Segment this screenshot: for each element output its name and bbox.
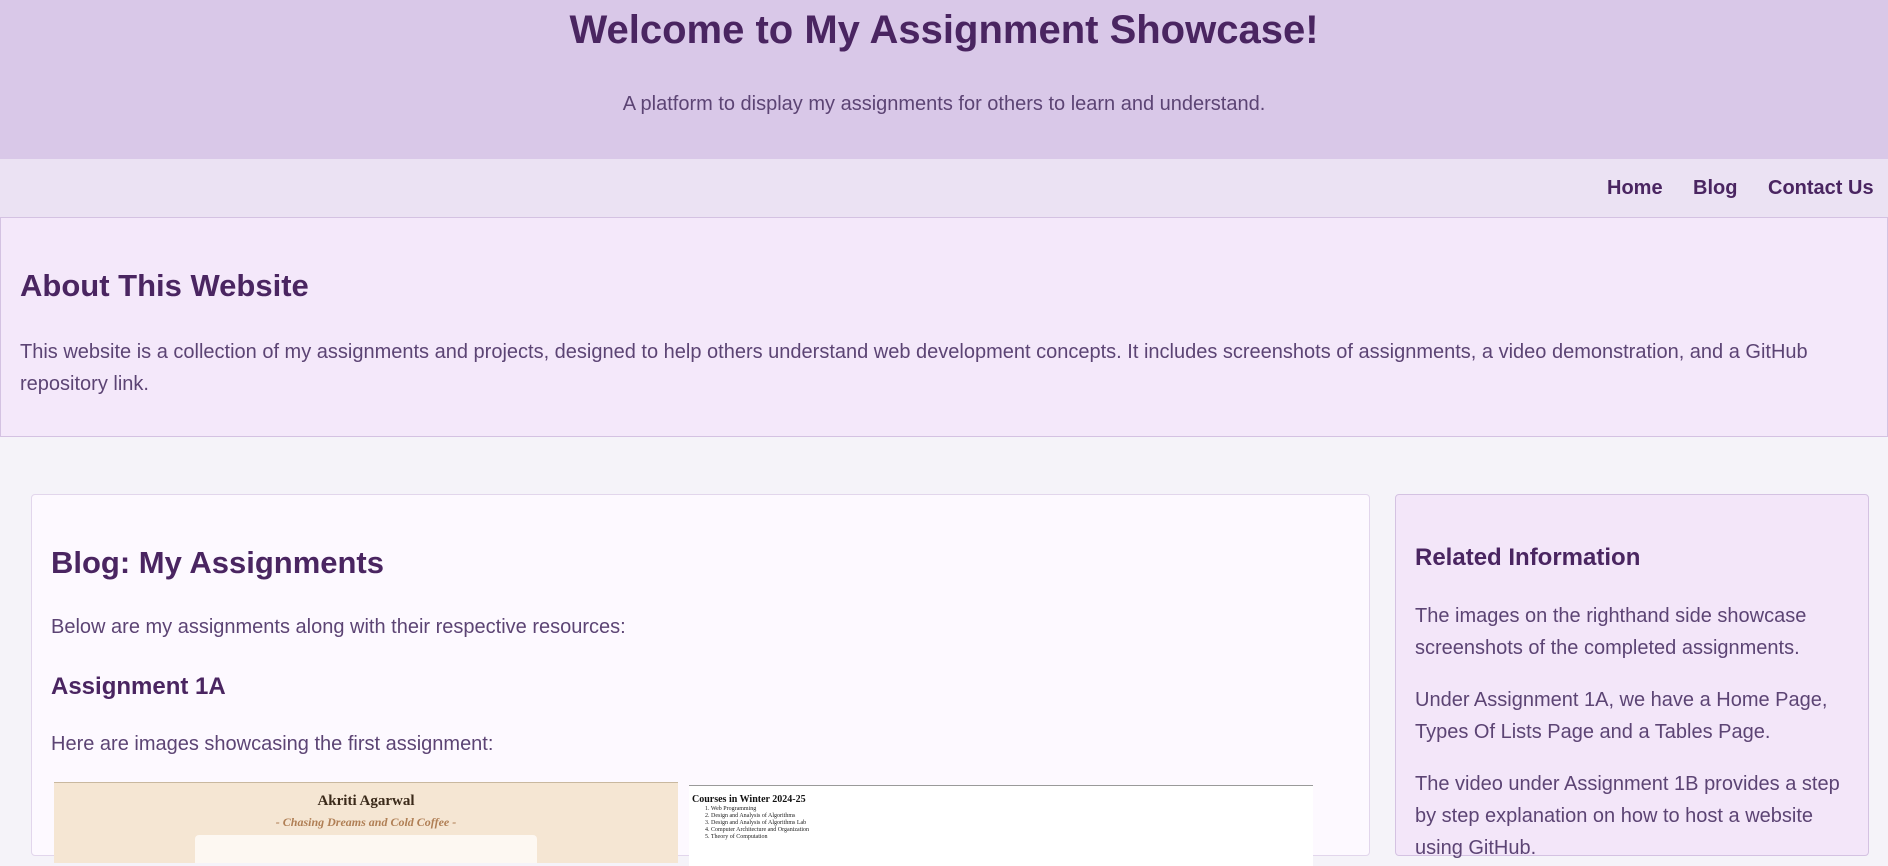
screenshot-card xyxy=(195,835,537,863)
blog-section: Blog: My Assignments Below are my assign… xyxy=(31,494,1370,866)
list-item: 4. Computer Architecture and Organizatio… xyxy=(705,827,810,833)
assignment-title: Assignment 1A xyxy=(51,673,226,700)
page-title: Welcome to My Assignment Showcase! xyxy=(569,8,1319,52)
about-text: This website is a collection of my assig… xyxy=(20,341,1808,395)
screenshot-courses-list: 1. Web Programming 2. Design and Analysi… xyxy=(705,806,809,841)
nav-link-contact-us[interactable]: Contact Us xyxy=(1768,176,1874,200)
sidebar-heading: Related Information xyxy=(1415,544,1641,571)
blog-heading: Blog: My Assignments xyxy=(51,545,384,580)
related-info-sidebar: Related Information The images on the ri… xyxy=(1395,494,1869,859)
about-section: About This Website This website is a col… xyxy=(0,217,1888,437)
assignment-description: Here are images showcasing the first ass… xyxy=(51,733,494,755)
screenshot-tagline: - Chasing Dreams and Cold Coffee - xyxy=(275,815,457,829)
assignment-screenshot-lists-page: Courses in Winter 2024-25 1. Web Program… xyxy=(689,785,1313,866)
list-item: 2. Design and Analysis of Algorithms xyxy=(705,813,796,819)
screenshot-courses-title: Courses in Winter 2024-25 xyxy=(692,794,806,805)
assignment-screenshot-home-page: Akriti Agarwal - Chasing Dreams and Cold… xyxy=(54,782,678,863)
list-item: 5. Theory of Computation xyxy=(705,834,768,840)
sidebar-paragraph: Under Assignment 1A, we have a Home Page… xyxy=(1415,689,1828,743)
list-item: 3. Design and Analysis of Algorithms Lab xyxy=(705,820,807,826)
sidebar-paragraph: The video under Assignment 1B provides a… xyxy=(1415,773,1840,859)
list-item: 1. Web Programming xyxy=(705,806,757,812)
top-nav: Home Blog Contact Us xyxy=(0,159,1888,217)
sidebar-paragraph: The images on the righthand side showcas… xyxy=(1415,605,1807,659)
nav-link-blog[interactable]: Blog xyxy=(1693,176,1737,200)
nav-link-home[interactable]: Home xyxy=(1607,176,1663,200)
screenshot-name: Akriti Agarwal xyxy=(317,793,415,809)
about-heading: About This Website xyxy=(20,268,309,303)
site-header: Welcome to My Assignment Showcase! A pla… xyxy=(0,0,1888,159)
blog-intro: Below are my assignments along with thei… xyxy=(51,616,626,638)
page-subtitle: A platform to display my assignments for… xyxy=(622,93,1266,115)
